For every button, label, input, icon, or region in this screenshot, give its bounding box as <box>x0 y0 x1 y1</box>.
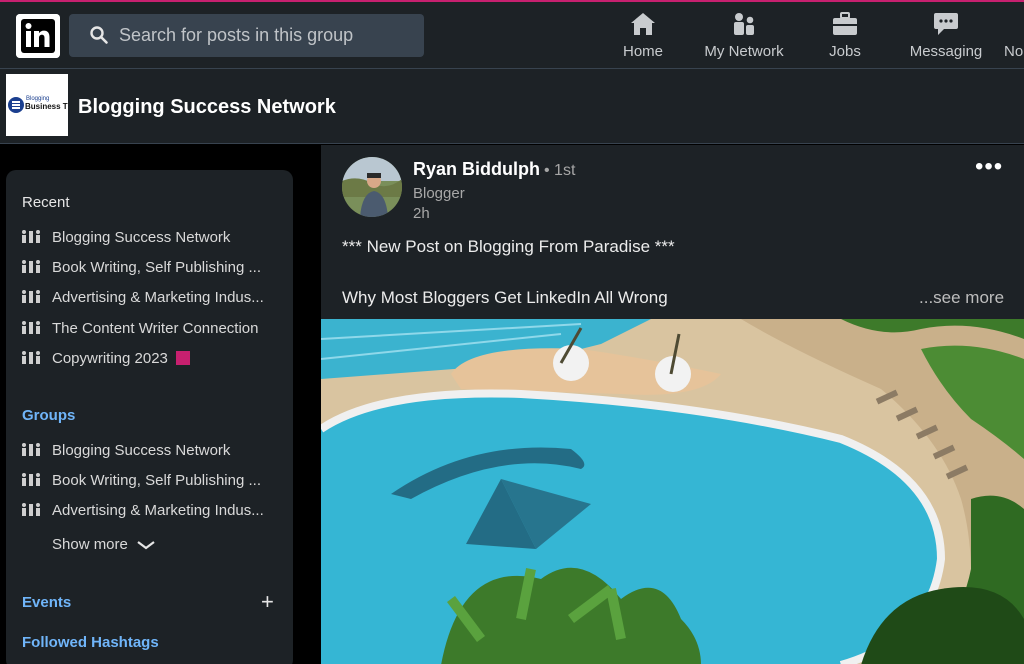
recent-title: Recent <box>22 194 70 211</box>
recent-item[interactable]: Blogging Success Network <box>22 229 284 251</box>
more-options-icon[interactable]: ••• <box>975 153 1003 181</box>
connection-degree: • 1st <box>544 162 576 179</box>
recent-item[interactable]: Book Writing, Self Publishing ... <box>22 259 284 281</box>
group-icon <box>22 443 40 456</box>
group-icon <box>22 290 40 303</box>
nav-jobs-label: Jobs <box>829 43 861 60</box>
nav-home[interactable]: Home <box>614 10 672 66</box>
linkedin-logo-icon[interactable] <box>16 14 60 58</box>
home-icon <box>631 13 655 35</box>
search-bar[interactable]: Search for posts in this group <box>69 14 424 57</box>
group-logo[interactable]: Blogging Business Tips <box>6 74 80 136</box>
followed-hashtags-link[interactable]: Followed Hashtags <box>22 634 159 651</box>
recent-item-label: The Content Writer Connection <box>52 320 259 337</box>
groups-link[interactable]: Groups <box>22 407 75 424</box>
messaging-icon <box>934 13 958 35</box>
author-avatar[interactable] <box>342 157 402 217</box>
show-more-label: Show more <box>52 536 128 553</box>
post-time: 2h <box>413 205 430 222</box>
bell-icon <box>1005 10 1024 38</box>
group-name[interactable]: Blogging Success Network <box>78 96 336 119</box>
top-navigation: Search for posts in this group Home My N… <box>0 2 1024 69</box>
feed-post: Ryan Biddulph • 1st Blogger 2h ••• *** Ne… <box>321 145 1024 664</box>
post-text-line-2: Why Most Bloggers Get LinkedIn All Wrong <box>342 288 668 307</box>
nav-jobs[interactable]: Jobs <box>820 10 870 66</box>
group-icon <box>22 473 40 486</box>
group-icon <box>22 503 40 516</box>
network-icon <box>734 13 754 35</box>
events-link[interactable]: Events <box>22 594 71 611</box>
group-item[interactable]: Blogging Success Network <box>22 442 284 464</box>
recent-item[interactable]: Copywriting 2023 <box>22 350 284 372</box>
author-name[interactable]: Ryan Biddulph • 1st <box>413 159 575 180</box>
group-header: Blogging Business Tips Blogging Success … <box>0 69 1024 144</box>
sidebar: Recent Blogging Success Network Book Wri… <box>6 170 293 664</box>
recent-item-label: Advertising & Marketing Indus... <box>52 289 264 306</box>
nav-notifications[interactable]: No <box>1004 10 1024 66</box>
group-item[interactable]: Advertising & Marketing Indus... <box>22 502 284 524</box>
post-text-line-1: *** New Post on Blogging From Paradise *… <box>342 237 675 256</box>
nav-notifications-label: No <box>1004 43 1024 60</box>
group-icon <box>22 321 40 334</box>
nav-messaging[interactable]: Messaging <box>906 10 986 66</box>
author-headline: Blogger <box>413 185 465 202</box>
recent-item[interactable]: The Content Writer Connection <box>22 320 284 342</box>
group-item[interactable]: Book Writing, Self Publishing ... <box>22 472 284 494</box>
group-item-label: Book Writing, Self Publishing ... <box>52 472 261 489</box>
nav-home-label: Home <box>622 43 663 60</box>
recent-item[interactable]: Advertising & Marketing Indus... <box>22 289 284 311</box>
nav-my-network-label: My Network <box>704 43 784 60</box>
search-input[interactable]: Search for posts in this group <box>119 25 353 46</box>
recent-item-label: Blogging Success Network <box>52 229 231 246</box>
briefcase-icon <box>833 12 857 35</box>
post-image[interactable] <box>321 319 1024 664</box>
unread-badge <box>175 351 190 365</box>
recent-item-label: Copywriting 2023 <box>52 350 168 367</box>
recent-item-label: Book Writing, Self Publishing ... <box>52 259 261 276</box>
show-more-button[interactable]: Show more <box>52 536 156 553</box>
group-item-label: Advertising & Marketing Indus... <box>52 502 264 519</box>
group-icon <box>22 230 40 243</box>
nav-messaging-label: Messaging <box>909 43 983 60</box>
nav-my-network[interactable]: My Network <box>700 10 788 66</box>
group-icon <box>22 260 40 273</box>
chevron-down-icon <box>137 541 155 550</box>
add-event-plus-icon[interactable]: + <box>261 591 274 613</box>
group-icon <box>22 351 40 364</box>
see-more-link[interactable]: ...see more <box>919 288 1004 308</box>
author-name-text: Ryan Biddulph <box>413 159 540 179</box>
search-icon <box>90 26 108 44</box>
group-logo-text-2: Business Tips <box>25 102 68 111</box>
group-item-label: Blogging Success Network <box>52 442 231 459</box>
